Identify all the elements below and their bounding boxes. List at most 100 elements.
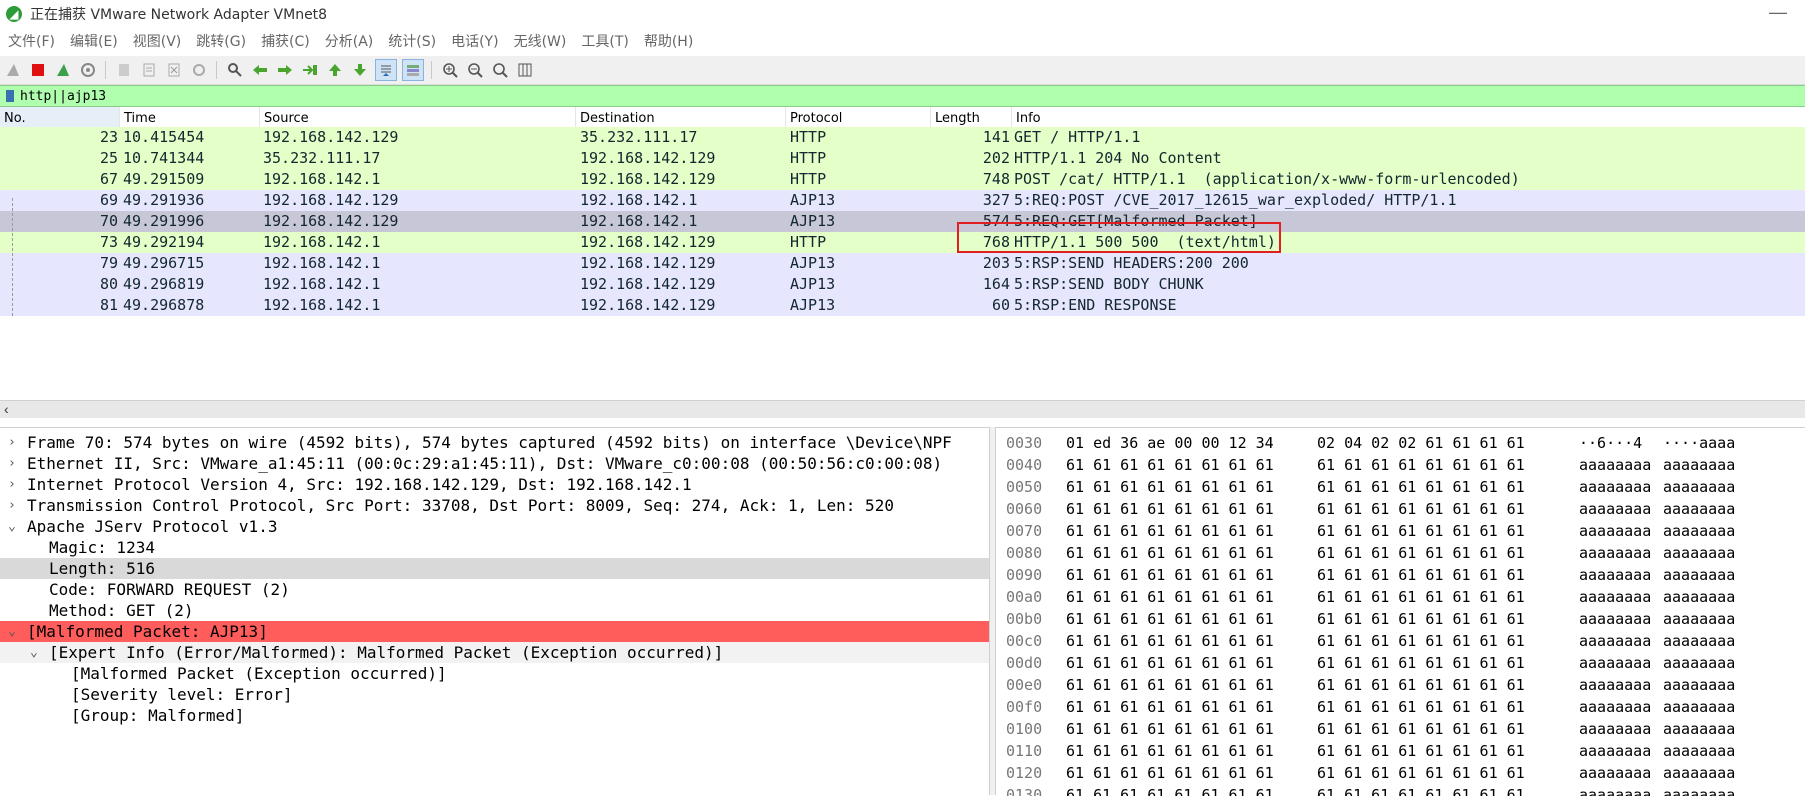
- save-file-icon[interactable]: [139, 60, 159, 80]
- packet-row[interactable]: 79 49.296715 192.168.142.1 192.168.142.129 A…: [0, 253, 1805, 274]
- hex-dump-row[interactable]: 0080 61 61 61 61 61 61 61 61 61 61 61 61 6…: [996, 542, 1805, 564]
- column-header-time[interactable]: Time: [120, 107, 260, 129]
- hex-dump-row[interactable]: 0100 61 61 61 61 61 61 61 61 61 61 61 61 6…: [996, 718, 1805, 740]
- hex-dump-row[interactable]: 00e0 61 61 61 61 61 61 61 61 61 61 61 61 6…: [996, 674, 1805, 696]
- menu-item[interactable]: 文件(F): [0, 31, 62, 51]
- hex-bytes-first-half: 61 61 61 61 61 61 61 61: [1066, 544, 1274, 562]
- hex-dump-row[interactable]: 00f0 61 61 61 61 61 61 61 61 61 61 61 61 6…: [996, 696, 1805, 718]
- packet-row[interactable]: 81 49.296878 192.168.142.1 192.168.142.129 A…: [0, 295, 1805, 316]
- detail-tree-item[interactable]: Length: 516: [0, 558, 989, 579]
- find-packet-icon[interactable]: [225, 60, 245, 80]
- scroll-left-icon[interactable]: ‹: [4, 401, 9, 418]
- pane-splitter[interactable]: [989, 427, 996, 795]
- detail-tree-item[interactable]: Method: GET (2): [0, 600, 989, 621]
- hex-dump-row[interactable]: 0040 61 61 61 61 61 61 61 61 61 61 61 61 6…: [996, 454, 1805, 476]
- first-packet-icon[interactable]: [325, 60, 345, 80]
- reload-icon[interactable]: [189, 60, 209, 80]
- expand-chevron-icon[interactable]: ›: [8, 432, 16, 453]
- detail-tree-item[interactable]: › Ethernet II, Src: VMware_a1:45:11 (00:0…: [0, 453, 989, 474]
- go-back-icon[interactable]: [250, 60, 270, 80]
- hex-dump-row[interactable]: 0130 61 61 61 61 61 61 61 61 61 61 61 61 6…: [996, 784, 1805, 796]
- packet-row[interactable]: 73 49.292194 192.168.142.1 192.168.142.129 H…: [0, 232, 1805, 253]
- detail-tree-item[interactable]: ⌄ [Malformed Packet: AJP13]: [0, 621, 989, 642]
- stop-capture-icon[interactable]: [28, 60, 48, 80]
- expand-chevron-icon[interactable]: ›: [8, 453, 16, 474]
- collapse-chevron-icon[interactable]: ⌄: [8, 516, 16, 537]
- go-to-packet-icon[interactable]: [300, 60, 320, 80]
- hex-dump-row[interactable]: 0110 61 61 61 61 61 61 61 61 61 61 61 61 6…: [996, 740, 1805, 762]
- hex-dump-row[interactable]: 00b0 61 61 61 61 61 61 61 61 61 61 61 61 6…: [996, 608, 1805, 630]
- normal-size-icon[interactable]: [490, 60, 510, 80]
- column-header-length[interactable]: Length: [931, 107, 1012, 129]
- hex-dump-row[interactable]: 0060 61 61 61 61 61 61 61 61 61 61 61 61 6…: [996, 498, 1805, 520]
- hex-dump-row[interactable]: 0090 61 61 61 61 61 61 61 61 61 61 61 61 6…: [996, 564, 1805, 586]
- packet-bytes-pane: 0030 01 ed 36 ae 00 00 12 34 02 04 02 02 6…: [996, 427, 1805, 796]
- menu-item[interactable]: 编辑(E): [62, 31, 125, 51]
- expand-chevron-icon[interactable]: ›: [8, 474, 16, 495]
- menu-item[interactable]: 工具(T): [573, 31, 635, 51]
- detail-tree-item[interactable]: ⌄ Apache JServ Protocol v1.3: [0, 516, 989, 537]
- detail-text: Code: FORWARD REQUEST (2): [49, 580, 290, 599]
- packet-row[interactable]: 80 49.296819 192.168.142.1 192.168.142.129 A…: [0, 274, 1805, 295]
- detail-tree-item[interactable]: ⌄ [Expert Info (Error/Malformed): Malform…: [0, 642, 989, 663]
- detail-tree-item[interactable]: [Severity level: Error]: [0, 684, 989, 705]
- detail-tree-item[interactable]: › Frame 70: 574 bytes on wire (4592 bits)…: [0, 432, 989, 453]
- hex-dump-row[interactable]: 00d0 61 61 61 61 61 61 61 61 61 61 61 61 6…: [996, 652, 1805, 674]
- packet-number: 69: [99, 191, 118, 209]
- column-header-info[interactable]: Info: [1012, 107, 1805, 129]
- packet-row[interactable]: 25 10.741344 35.232.111.17 192.168.142.129 H…: [0, 148, 1805, 169]
- menu-bar: 文件(F) 编辑(E) 视图(V) 跳转(G) 捕获(C) 分析(A) 统计(S) 电话(Y)…: [0, 28, 1805, 54]
- packet-row[interactable]: 23 10.415454 192.168.142.129 35.232.111.17 H…: [0, 127, 1805, 148]
- close-file-icon[interactable]: [164, 60, 184, 80]
- detail-tree-item[interactable]: Code: FORWARD REQUEST (2): [0, 579, 989, 600]
- expand-chevron-icon[interactable]: ›: [8, 495, 16, 516]
- menu-item[interactable]: 跳转(G): [188, 31, 253, 51]
- menu-item[interactable]: 电话(Y): [443, 31, 505, 51]
- menu-item[interactable]: 捕获(C): [253, 31, 317, 51]
- packet-row[interactable]: 70 49.291996 192.168.142.129 192.168.142.1 A…: [0, 211, 1805, 232]
- shark-fin-start-icon[interactable]: [3, 60, 23, 80]
- column-header-no[interactable]: No.: [0, 107, 120, 129]
- resize-columns-icon[interactable]: [515, 60, 535, 80]
- hex-dump-row[interactable]: 0070 61 61 61 61 61 61 61 61 61 61 61 61 6…: [996, 520, 1805, 542]
- detail-tree-item[interactable]: › Internet Protocol Version 4, Src: 192.1…: [0, 474, 989, 495]
- last-packet-icon[interactable]: [350, 60, 370, 80]
- minimize-button[interactable]: —: [1769, 2, 1787, 23]
- detail-tree-item[interactable]: [Group: Malformed]: [0, 705, 989, 726]
- ascii-first-half: ··6···4: [1579, 434, 1643, 452]
- packet-protocol: AJP13: [790, 212, 836, 230]
- restart-capture-icon[interactable]: [53, 60, 73, 80]
- open-file-icon[interactable]: [114, 60, 134, 80]
- packet-number: 81: [99, 296, 118, 314]
- packet-list-horizontal-scrollbar[interactable]: ‹: [0, 400, 1805, 418]
- hex-dump-row[interactable]: 00a0 61 61 61 61 61 61 61 61 61 61 61 61 6…: [996, 586, 1805, 608]
- packet-row[interactable]: 69 49.291936 192.168.142.129 192.168.142.1 A…: [0, 190, 1805, 211]
- column-header-destination[interactable]: Destination: [576, 107, 786, 129]
- menu-item[interactable]: 视图(V): [125, 31, 189, 51]
- bookmark-icon[interactable]: [6, 90, 14, 102]
- detail-tree-item[interactable]: Magic: 1234: [0, 537, 989, 558]
- zoom-out-icon[interactable]: [465, 60, 485, 80]
- menu-item[interactable]: 帮助(H): [636, 31, 700, 51]
- hex-dump-row[interactable]: 0050 61 61 61 61 61 61 61 61 61 61 61 61 6…: [996, 476, 1805, 498]
- collapse-chevron-icon[interactable]: ⌄: [30, 642, 38, 663]
- packet-row[interactable]: 67 49.291509 192.168.142.1 192.168.142.129 H…: [0, 169, 1805, 190]
- capture-options-icon[interactable]: [78, 60, 98, 80]
- hex-dump-row[interactable]: 0030 01 ed 36 ae 00 00 12 34 02 04 02 02 6…: [996, 432, 1805, 454]
- menu-item[interactable]: 分析(A): [317, 31, 381, 51]
- menu-item[interactable]: 统计(S): [380, 31, 443, 51]
- display-filter-input[interactable]: [20, 87, 1780, 105]
- column-header-protocol[interactable]: Protocol: [786, 107, 931, 129]
- go-forward-icon[interactable]: [275, 60, 295, 80]
- autoscroll-icon[interactable]: [375, 59, 397, 81]
- detail-tree-item[interactable]: [Malformed Packet (Exception occurred)]: [0, 663, 989, 684]
- hex-dump-row[interactable]: 0120 61 61 61 61 61 61 61 61 61 61 61 61 6…: [996, 762, 1805, 784]
- colorize-icon[interactable]: [402, 59, 424, 81]
- detail-tree-item[interactable]: › Transmission Control Protocol, Src Port…: [0, 495, 989, 516]
- menu-item[interactable]: 无线(W): [506, 31, 574, 51]
- hex-dump-row[interactable]: 00c0 61 61 61 61 61 61 61 61 61 61 61 61 6…: [996, 630, 1805, 652]
- collapse-chevron-icon[interactable]: ⌄: [8, 621, 16, 642]
- zoom-in-icon[interactable]: [440, 60, 460, 80]
- column-header-source[interactable]: Source: [260, 107, 576, 129]
- packet-number: 23: [99, 128, 118, 146]
